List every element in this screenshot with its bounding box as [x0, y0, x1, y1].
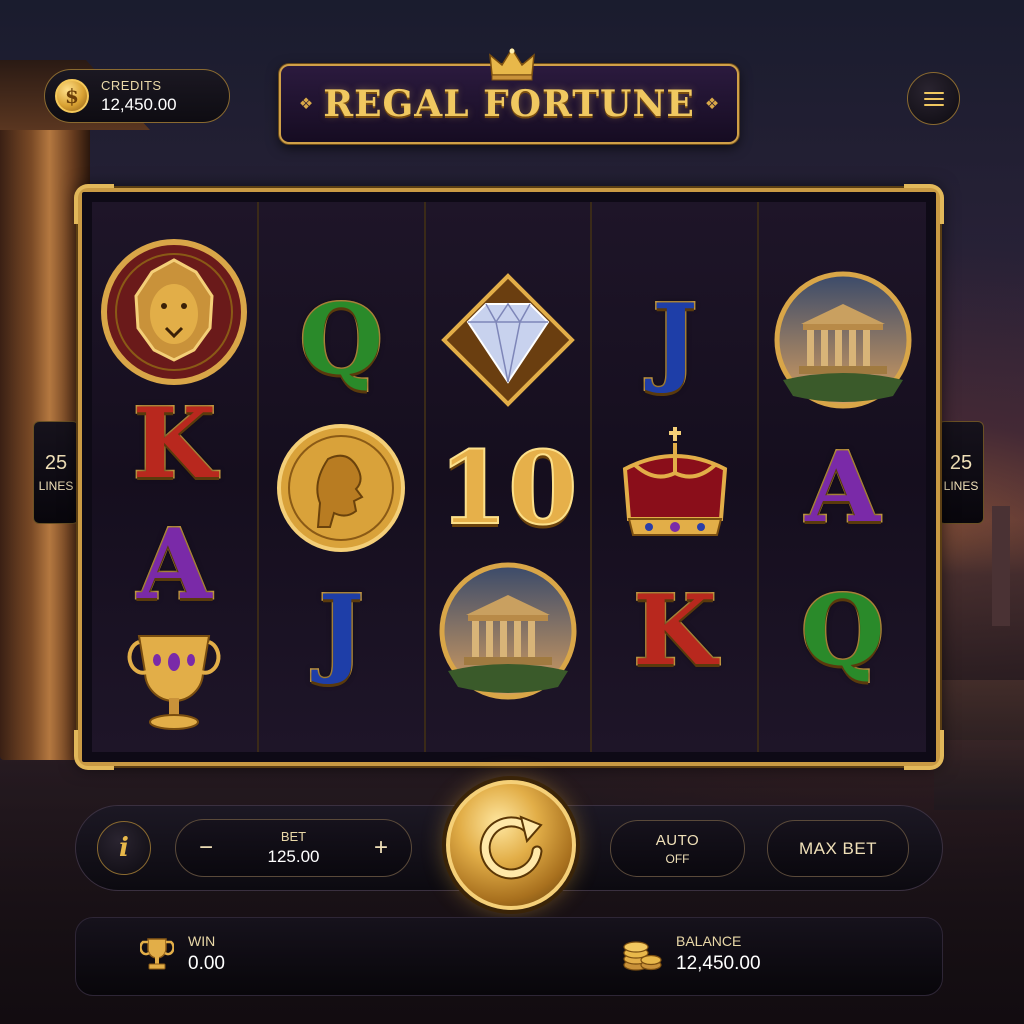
- bet-selector: − BET 125.00 +: [175, 819, 412, 877]
- temple-medallion-icon: [773, 270, 913, 410]
- credits-label: CREDITS: [101, 77, 162, 93]
- bet-decrease-button[interactable]: −: [192, 834, 220, 862]
- reel-2: QJ: [258, 202, 426, 752]
- reel-frame: KA QJ 10 JK AQ: [74, 184, 944, 770]
- max-bet-button[interactable]: MAX BET: [767, 820, 909, 877]
- game-title: REGAL FORTUNE: [323, 83, 695, 125]
- paylines-label: LINES: [38, 479, 74, 493]
- reel-5: AQ: [759, 202, 926, 752]
- background-tower: [992, 506, 1010, 626]
- bet-label: BET: [280, 829, 307, 844]
- bet-value: 125.00: [267, 847, 320, 866]
- symbol-a: A: [136, 508, 214, 621]
- symbol-j: J: [651, 282, 699, 396]
- hamburger-menu-icon: [923, 91, 944, 106]
- bet-increase-button[interactable]: +: [367, 834, 395, 862]
- balance-value: 12,450.00: [676, 953, 761, 974]
- spin-button[interactable]: [446, 780, 576, 910]
- paylines-count: 25: [44, 452, 68, 474]
- reel-4: JK: [592, 202, 760, 752]
- info-button[interactable]: i: [97, 821, 151, 875]
- paylines-label: LINES: [943, 479, 979, 493]
- menu-button[interactable]: [907, 72, 960, 125]
- temple-medallion-icon: [438, 561, 578, 701]
- background-harbor: [934, 680, 1024, 810]
- symbol-10: 10: [437, 429, 578, 547]
- win-value: 0.00: [188, 953, 225, 974]
- coin-stack-icon: [623, 941, 662, 971]
- symbol-a: A: [804, 431, 882, 544]
- diamond-icon: [438, 270, 578, 410]
- coin-icon: $: [55, 79, 89, 113]
- autoplay-label: AUTO: [655, 831, 700, 849]
- paylines-count: 25: [949, 452, 973, 474]
- autoplay-button[interactable]: AUTO OFF: [610, 820, 745, 877]
- credits-value: 12,450.00: [101, 94, 177, 114]
- reel-1: KA: [92, 202, 259, 752]
- reel-grid: KA QJ 10 JK AQ: [92, 202, 926, 752]
- paylines-indicator-right: 25 LINES: [938, 421, 984, 524]
- lion-medallion-icon: [100, 238, 248, 386]
- symbol-k: K: [632, 574, 718, 687]
- win-label: WIN: [188, 933, 216, 949]
- flourish-left-icon: ❖: [298, 96, 314, 113]
- win-display: WIN 0.00: [140, 933, 225, 975]
- symbol-j: J: [317, 574, 365, 687]
- paylines-indicator-left: 25 LINES: [33, 421, 79, 524]
- credits-display: $ CREDITS 12,450.00: [44, 69, 230, 123]
- symbol-q: Q: [799, 574, 886, 687]
- balance-label: BALANCE: [676, 933, 742, 949]
- reel-3: 10: [425, 202, 593, 752]
- flourish-right-icon: ❖: [704, 96, 720, 113]
- symbol-q: Q: [298, 282, 385, 396]
- trophy-icon: [140, 938, 174, 970]
- crown-ornament-icon: [489, 47, 535, 81]
- crown-icon: [605, 423, 745, 553]
- balance-display: BALANCE 12,450.00: [622, 933, 761, 975]
- spin-arrow-icon: [479, 815, 543, 880]
- autoplay-state: OFF: [665, 851, 690, 866]
- coin-portrait-icon: [276, 423, 406, 553]
- symbol-k: K: [131, 387, 217, 500]
- golden-chalice-icon: [119, 626, 229, 736]
